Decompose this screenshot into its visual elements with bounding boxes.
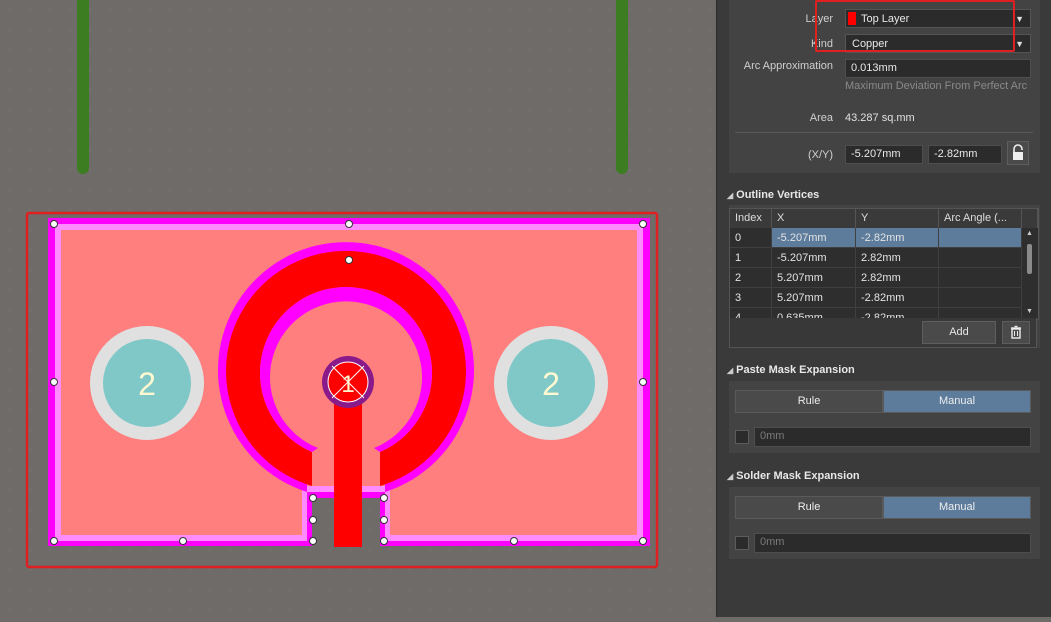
chevron-down-icon: ▼ <box>1015 14 1024 24</box>
vertex-handle[interactable] <box>179 537 187 545</box>
vertex-handle[interactable] <box>639 220 647 228</box>
cell-arc[interactable] <box>939 228 1022 248</box>
cell-index: 3 <box>730 288 772 308</box>
delete-vertex-button[interactable] <box>1002 321 1030 344</box>
solder-mask-checkbox[interactable] <box>735 536 749 550</box>
paste-mask-checkbox[interactable] <box>735 430 749 444</box>
collapse-triangle-icon: ◢ <box>727 191 734 200</box>
via-1[interactable]: 1 <box>322 356 374 408</box>
area-value: 43.287 sq.mm <box>845 112 915 124</box>
cell-arc[interactable] <box>939 248 1022 268</box>
area-label: Area <box>809 112 833 124</box>
kind-label: Kind <box>810 38 833 50</box>
vertex-handle[interactable] <box>380 537 388 545</box>
cell-index: 1 <box>730 248 772 268</box>
cell-index: 2 <box>730 268 772 288</box>
table-scrollbar[interactable]: ▲ ▼ <box>1022 228 1038 319</box>
column-header-index[interactable]: Index <box>730 209 772 228</box>
paste-mask-header[interactable]: ◢ Paste Mask Expansion <box>727 364 855 376</box>
cell-y[interactable]: 2.82mm <box>856 268 939 288</box>
arc-approximation-input[interactable]: 0.013mm <box>845 59 1031 78</box>
table-row[interactable]: 1 -5.207mm 2.82mm <box>730 248 1022 268</box>
column-header-y[interactable]: Y <box>856 209 939 228</box>
lock-button[interactable] <box>1007 141 1029 165</box>
cell-arc[interactable] <box>939 268 1022 288</box>
pad-right[interactable]: 2 <box>494 326 608 440</box>
table-row[interactable]: 3 5.207mm -2.82mm <box>730 288 1022 308</box>
copper-trace[interactable] <box>334 390 362 547</box>
layer-dropdown[interactable]: Top Layer ▼ <box>845 9 1031 28</box>
layer-color-swatch <box>848 12 856 25</box>
solder-mask-manual-button[interactable]: Manual <box>883 496 1031 519</box>
section-divider <box>735 132 1033 133</box>
vertex-handle[interactable] <box>50 220 58 228</box>
vertex-handle[interactable] <box>309 537 317 545</box>
xy-label: (X/Y) <box>807 149 833 161</box>
scroll-down-icon[interactable]: ▼ <box>1026 308 1033 315</box>
cell-index: 0 <box>730 228 772 248</box>
layer-value: Top Layer <box>861 13 910 25</box>
vertex-handle[interactable] <box>50 537 58 545</box>
scroll-up-icon[interactable]: ▲ <box>1026 230 1033 237</box>
table-row[interactable]: 2 5.207mm 2.82mm <box>730 268 1022 288</box>
vertex-handle[interactable] <box>345 220 353 228</box>
pad-left-label: 2 <box>138 366 156 402</box>
paste-mask-manual-button[interactable]: Manual <box>883 390 1031 413</box>
scrollbar-thumb[interactable] <box>1027 244 1032 274</box>
vertex-handle[interactable] <box>510 537 518 545</box>
solder-mask-header[interactable]: ◢ Solder Mask Expansion <box>727 470 860 482</box>
chevron-down-icon: ▼ <box>1015 39 1024 49</box>
solder-mask-title: Solder Mask Expansion <box>736 470 860 482</box>
pcb-view[interactable]: 2 2 1 <box>0 0 716 617</box>
cell-arc[interactable] <box>939 288 1022 308</box>
layer-label: Layer <box>805 13 833 25</box>
cell-y[interactable]: -2.82mm <box>856 228 939 248</box>
properties-panel: Layer Top Layer ▼ Kind Copper ▼ Arc Appr… <box>716 0 1051 617</box>
kind-dropdown[interactable]: Copper ▼ <box>845 34 1031 53</box>
vertex-handle[interactable] <box>345 256 353 264</box>
outline-vertices-header[interactable]: ◢ Outline Vertices <box>727 189 819 201</box>
solder-mask-rule-button[interactable]: Rule <box>735 496 883 519</box>
pad-left[interactable]: 2 <box>90 326 204 440</box>
paste-mask-rule-button[interactable]: Rule <box>735 390 883 413</box>
x-input[interactable]: -5.207mm <box>845 145 923 164</box>
column-header-spacer <box>1022 209 1038 228</box>
arc-approximation-label: Arc Approximation <box>743 60 833 72</box>
paste-mask-input[interactable]: 0mm <box>754 427 1031 447</box>
y-input[interactable]: -2.82mm <box>928 145 1002 164</box>
vertex-handle[interactable] <box>639 378 647 386</box>
vertex-handle[interactable] <box>380 516 388 524</box>
cell-x[interactable]: -5.207mm <box>772 228 856 248</box>
cell-x[interactable]: 5.207mm <box>772 288 856 308</box>
add-vertex-button[interactable]: Add <box>922 321 996 344</box>
via-label: 1 <box>341 371 354 398</box>
vertex-handle[interactable] <box>50 378 58 386</box>
vertex-handle[interactable] <box>309 516 317 524</box>
collapse-triangle-icon: ◢ <box>727 472 734 481</box>
arc-approximation-hint: Maximum Deviation From Perfect Arc <box>845 80 1028 92</box>
lock-icon <box>1013 144 1023 160</box>
column-header-x[interactable]: X <box>772 209 856 228</box>
cell-y[interactable]: 2.82mm <box>856 248 939 268</box>
cell-x[interactable]: -5.207mm <box>772 248 856 268</box>
table-row[interactable]: 0 -5.207mm -2.82mm <box>730 228 1022 248</box>
vertices-table[interactable]: Index X Y Arc Angle (... 0 -5.207mm -2.8… <box>729 208 1039 320</box>
trash-icon <box>1011 325 1021 339</box>
outline-vertices-title: Outline Vertices <box>736 189 820 201</box>
collapse-triangle-icon: ◢ <box>727 366 734 375</box>
vertex-handle[interactable] <box>639 537 647 545</box>
pad-right-label: 2 <box>542 366 560 402</box>
vertex-handle[interactable] <box>309 494 317 502</box>
cell-y[interactable]: -2.82mm <box>856 288 939 308</box>
pcb-canvas[interactable]: 2 2 1 <box>0 0 716 617</box>
kind-value: Copper <box>852 38 889 50</box>
solder-mask-input[interactable]: 0mm <box>754 533 1031 553</box>
paste-mask-title: Paste Mask Expansion <box>736 364 855 376</box>
vertex-handle[interactable] <box>380 494 388 502</box>
cell-x[interactable]: 5.207mm <box>772 268 856 288</box>
column-header-arc-angle[interactable]: Arc Angle (... <box>939 209 1022 228</box>
